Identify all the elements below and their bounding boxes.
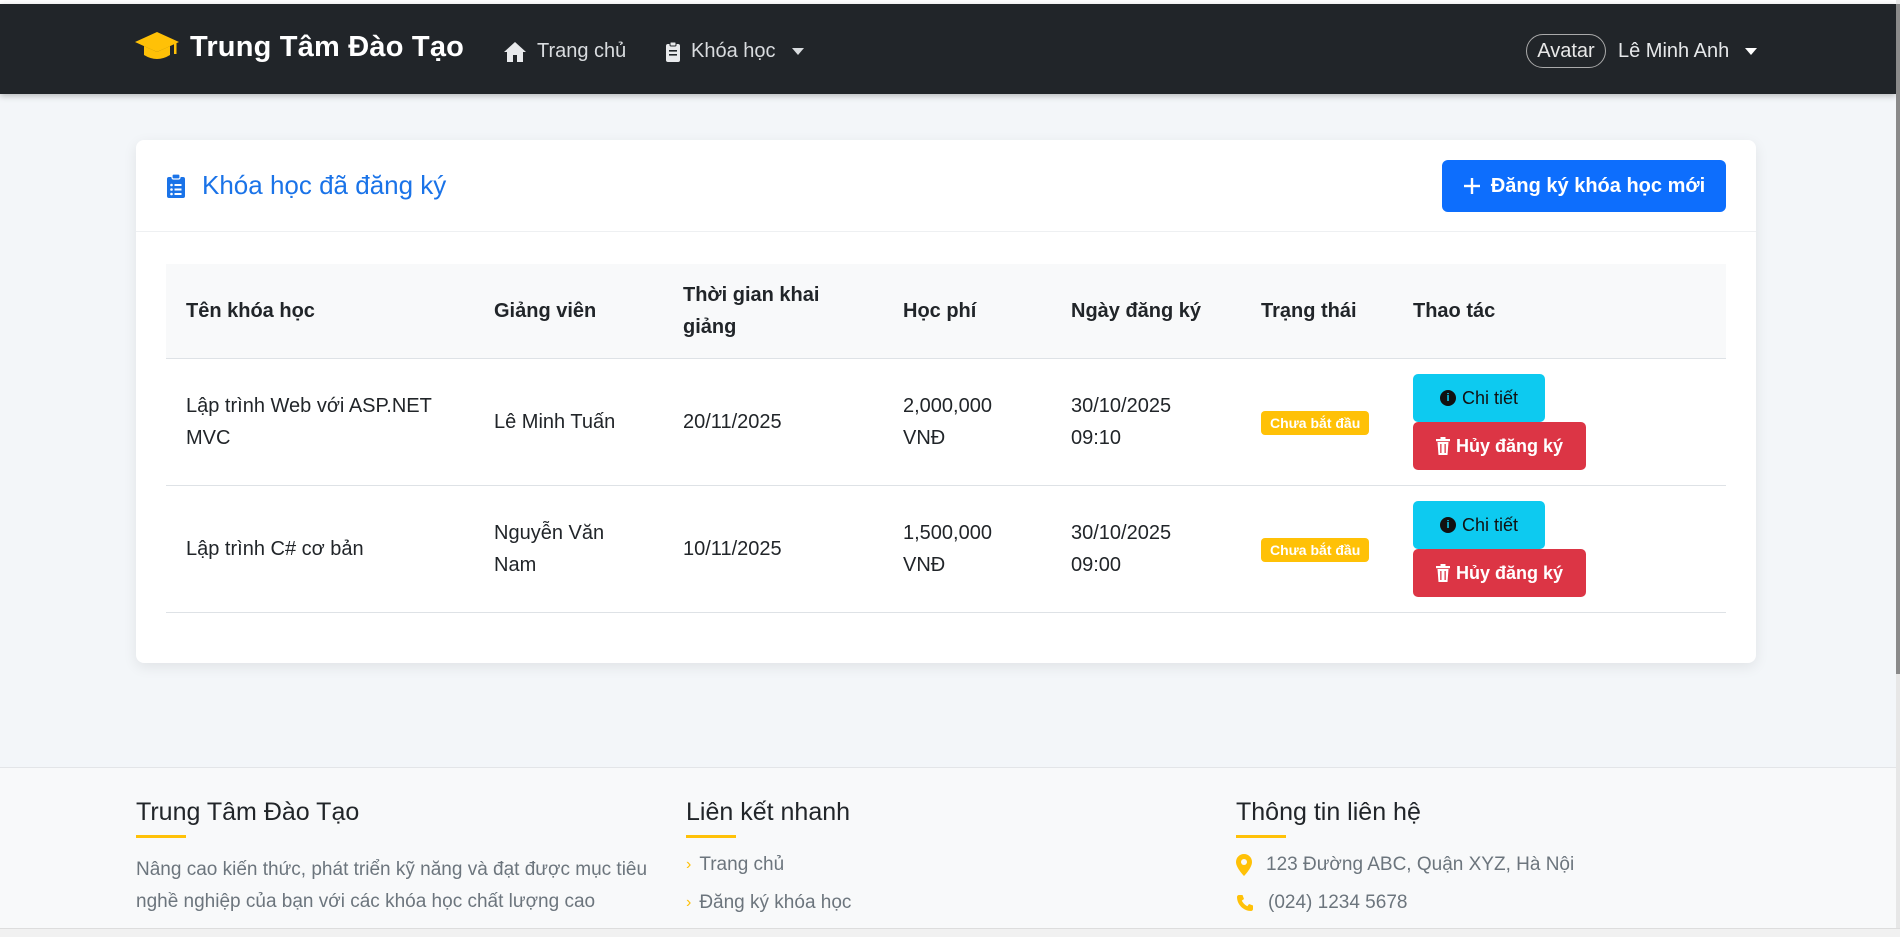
- footer-contact-title: Thông tin liên hệ: [1236, 798, 1421, 826]
- col-teacher: Giảng viên: [474, 264, 663, 359]
- footer-about-title: Trung Tâm Đào Tạo: [136, 798, 360, 826]
- cancel-registration-button[interactable]: Hủy đăng ký: [1413, 421, 1586, 470]
- footer: Trung Tâm Đào Tạo Nâng cao kiến thức, ph…: [0, 767, 1896, 937]
- table-row: Lập trình Web với ASP.NET MVC Lê Minh Tu…: [166, 358, 1726, 486]
- title-underline: [1236, 835, 1286, 838]
- chevron-down-icon: [791, 48, 804, 55]
- chevron-right-icon: ›: [686, 856, 692, 873]
- registered-date: 30/10/2025 09:00: [1051, 485, 1241, 613]
- user-name: Lê Minh Anh: [1618, 39, 1730, 62]
- courses-table: Tên khóa học Giảng viên Thời gian khai g…: [166, 264, 1726, 613]
- phone-icon: [1237, 895, 1253, 911]
- chevron-down-icon: [1745, 47, 1758, 55]
- info-icon: i: [1439, 516, 1456, 533]
- avatar: Avatar: [1526, 34, 1606, 68]
- table-header-row: Tên khóa học Giảng viên Thời gian khai g…: [166, 264, 1726, 359]
- detail-label: Chi tiết: [1461, 514, 1519, 535]
- map-marker-icon: [1236, 854, 1252, 876]
- fee: 1,500,000 VNĐ: [883, 485, 1051, 613]
- registered-courses-card: Khóa học đã đăng ký Đăng ký khóa học mới…: [136, 140, 1756, 663]
- footer-about: Trung Tâm Đào Tạo Nâng cao kiến thức, ph…: [136, 798, 666, 918]
- teacher: Lê Minh Tuấn: [474, 358, 663, 486]
- start-date: 20/11/2025: [663, 358, 883, 486]
- detail-label: Chi tiết: [1461, 387, 1519, 408]
- clipboard-icon: [666, 41, 680, 62]
- clipboard-list-icon: [167, 172, 185, 198]
- footer-links-title: Liên kết nhanh: [686, 798, 851, 826]
- course-name: Lập trình Web với ASP.NET MVC: [166, 358, 474, 486]
- trash-icon: [1435, 436, 1450, 455]
- actions-cell: i Chi tiết Hủy đăng ký: [1393, 358, 1726, 486]
- col-status: Trạng thái: [1241, 264, 1393, 359]
- status-cell: Chưa bắt đầu: [1241, 358, 1393, 486]
- brand[interactable]: Trung Tâm Đào Tạo: [134, 30, 464, 64]
- table-row: Lập trình C# cơ bản Nguyễn Văn Nam 10/11…: [166, 485, 1726, 613]
- registered-date: 30/10/2025 09:10: [1051, 358, 1241, 486]
- card-title: Khóa học đã đăng ký: [166, 170, 446, 201]
- card-title-text: Khóa học đã đăng ký: [202, 170, 447, 200]
- footer-link-label: Trang chủ: [699, 854, 785, 875]
- graduation-cap-icon: [135, 32, 179, 59]
- fee: 2,000,000 VNĐ: [883, 358, 1051, 486]
- nav-home[interactable]: Trang chủ: [503, 40, 626, 63]
- footer-link-home[interactable]: › Trang chủ: [686, 854, 851, 876]
- footer-link-register[interactable]: › Đăng ký khóa học: [686, 892, 851, 914]
- col-registered-date: Ngày đăng ký: [1051, 264, 1241, 359]
- col-actions: Thao tác: [1393, 264, 1726, 359]
- bottom-edge: [0, 928, 1900, 937]
- nav-courses-label: Khóa học: [691, 40, 776, 62]
- cancel-label: Hủy đăng ký: [1455, 562, 1564, 583]
- course-name: Lập trình C# cơ bản: [166, 485, 474, 613]
- footer-contact: Thông tin liên hệ 123 Đường ABC, Quận XY…: [1236, 798, 1574, 914]
- teacher: Nguyễn Văn Nam: [474, 485, 663, 613]
- home-icon: [504, 41, 526, 62]
- status-badge: Chưa bắt đầu: [1261, 537, 1370, 562]
- detail-button[interactable]: i Chi tiết: [1413, 373, 1545, 422]
- nav-courses-dropdown[interactable]: Khóa học: [665, 40, 804, 63]
- nav-home-label: Trang chủ: [537, 40, 627, 62]
- register-new-course-label: Đăng ký khóa học mới: [1490, 174, 1706, 197]
- phone-text: (024) 1234 5678: [1268, 892, 1408, 913]
- title-underline: [686, 835, 736, 838]
- cancel-label: Hủy đăng ký: [1455, 435, 1564, 456]
- navbar: Trung Tâm Đào Tạo Trang chủ Khóa học Ava…: [0, 4, 1896, 94]
- cancel-registration-button[interactable]: Hủy đăng ký: [1413, 548, 1586, 597]
- card-header: Khóa học đã đăng ký Đăng ký khóa học mới: [136, 140, 1756, 232]
- col-start-date: Thời gian khai giảng: [663, 264, 883, 359]
- footer-about-text: Nâng cao kiến thức, phát triển kỹ năng v…: [136, 859, 648, 912]
- footer-phone: (024) 1234 5678: [1236, 892, 1574, 914]
- info-icon: i: [1439, 389, 1456, 406]
- status-cell: Chưa bắt đầu: [1241, 485, 1393, 613]
- trash-icon: [1435, 563, 1450, 582]
- chevron-right-icon: ›: [686, 894, 692, 911]
- col-course-name: Tên khóa học: [166, 264, 474, 359]
- footer-address: 123 Đường ABC, Quận XYZ, Hà Nội: [1236, 854, 1574, 876]
- brand-name: Trung Tâm Đào Tạo: [190, 30, 465, 63]
- title-underline: [136, 835, 186, 838]
- register-new-course-button[interactable]: Đăng ký khóa học mới: [1442, 160, 1726, 212]
- start-date: 10/11/2025: [663, 485, 883, 613]
- col-fee: Học phí: [883, 264, 1051, 359]
- actions-cell: i Chi tiết Hủy đăng ký: [1393, 485, 1726, 613]
- detail-button[interactable]: i Chi tiết: [1413, 500, 1545, 549]
- footer-quick-links: Liên kết nhanh › Trang chủ › Đăng ký khó…: [686, 798, 851, 914]
- scrollbar-thumb[interactable]: [1896, 4, 1900, 674]
- footer-link-label: Đăng ký khóa học: [699, 892, 852, 913]
- plus-icon: [1463, 178, 1480, 194]
- address-text: 123 Đường ABC, Quận XYZ, Hà Nội: [1266, 854, 1575, 875]
- user-menu[interactable]: Avatar Lê Minh Anh: [1526, 34, 1758, 68]
- status-badge: Chưa bắt đầu: [1261, 410, 1370, 435]
